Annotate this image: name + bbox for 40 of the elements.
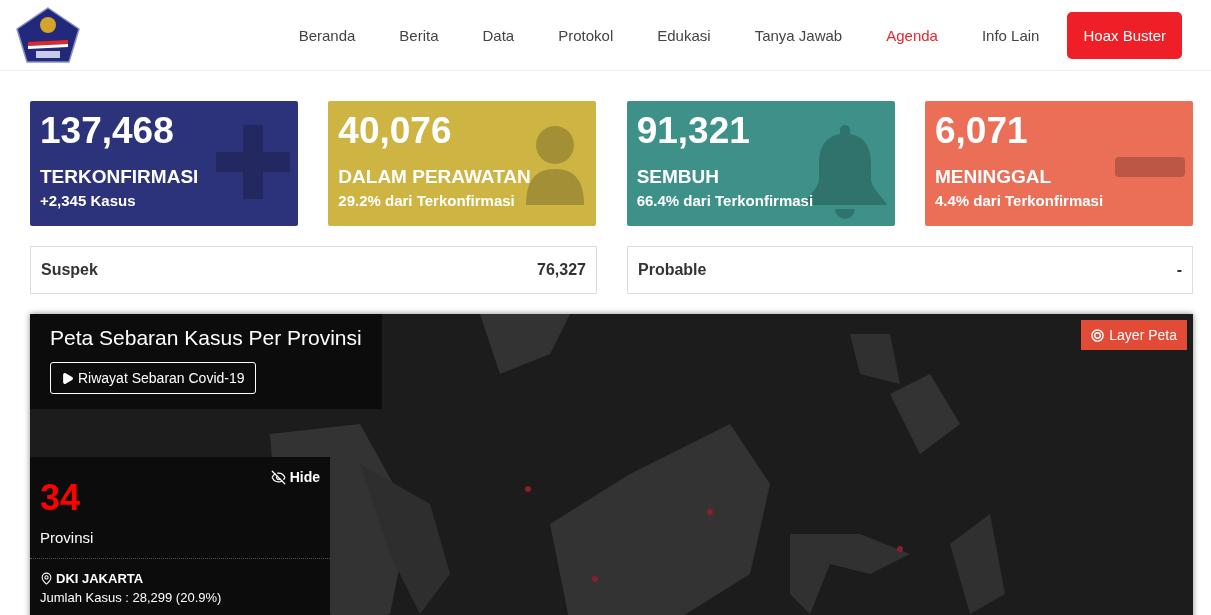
count-value: 76,327 bbox=[537, 261, 586, 279]
stat-label: SEMBUH bbox=[636, 166, 719, 188]
nav-link[interactable]: Tanya Jawab bbox=[732, 26, 865, 44]
case-count: Jumlah Kasus : 28,299 (20.9%) bbox=[39, 589, 223, 607]
target-icon bbox=[1091, 328, 1105, 342]
stat-value: 6,071 bbox=[935, 109, 1028, 153]
count-value: - bbox=[1176, 261, 1182, 279]
count-label: Suspek bbox=[41, 261, 98, 279]
logo[interactable] bbox=[16, 7, 80, 63]
count-label: Probable bbox=[638, 261, 707, 279]
stat-label: MENINGGAL bbox=[935, 166, 1052, 188]
province-count: 34 bbox=[39, 476, 82, 519]
stat-label: TERKONFIRMASI bbox=[40, 166, 199, 188]
nav-link[interactable]: Agenda bbox=[864, 26, 960, 44]
history-button[interactable]: Riwayat Sebaran Covid-19 bbox=[50, 362, 256, 394]
map-title: Peta Sebaran Kasus Per Provinsi bbox=[50, 326, 362, 350]
stat-subtitle: +2,345 Kasus bbox=[40, 192, 136, 209]
stat-value: 40,076 bbox=[338, 109, 452, 153]
nav-link[interactable]: Protokol bbox=[536, 26, 636, 44]
stat-subtitle: 4.4% dari Terkonfirmasi bbox=[935, 192, 1104, 209]
stat-label: DALAM PERAWATAN bbox=[338, 166, 531, 188]
hoax-buster-button[interactable]: Hoax Buster bbox=[1067, 11, 1182, 59]
stat-subtitle: 66.4% dari Terkonfirmasi bbox=[636, 192, 814, 209]
province-label: Provinsi bbox=[30, 519, 330, 559]
pin-icon bbox=[40, 572, 53, 585]
stat-value: 91,321 bbox=[636, 109, 750, 153]
nav-link[interactable]: Edukasi bbox=[635, 26, 733, 44]
region-name: DKI JAKARTA bbox=[56, 571, 144, 586]
play-icon bbox=[61, 371, 74, 385]
eye-off-icon bbox=[270, 469, 286, 485]
stat-value: 137,468 bbox=[40, 109, 174, 153]
nav-link[interactable]: Info Lain bbox=[959, 26, 1062, 44]
plus-icon bbox=[216, 125, 290, 199]
minus-icon bbox=[1115, 157, 1185, 177]
stat-subtitle: 29.2% dari Terkonfirmasi bbox=[338, 192, 515, 209]
nav-link[interactable]: Berita bbox=[377, 26, 461, 44]
layer-button[interactable]: Layer Peta bbox=[1081, 320, 1187, 350]
nav-link[interactable]: Beranda bbox=[276, 26, 378, 44]
hide-button[interactable]: Hide bbox=[270, 469, 320, 485]
nav-link[interactable]: Data bbox=[460, 26, 537, 44]
